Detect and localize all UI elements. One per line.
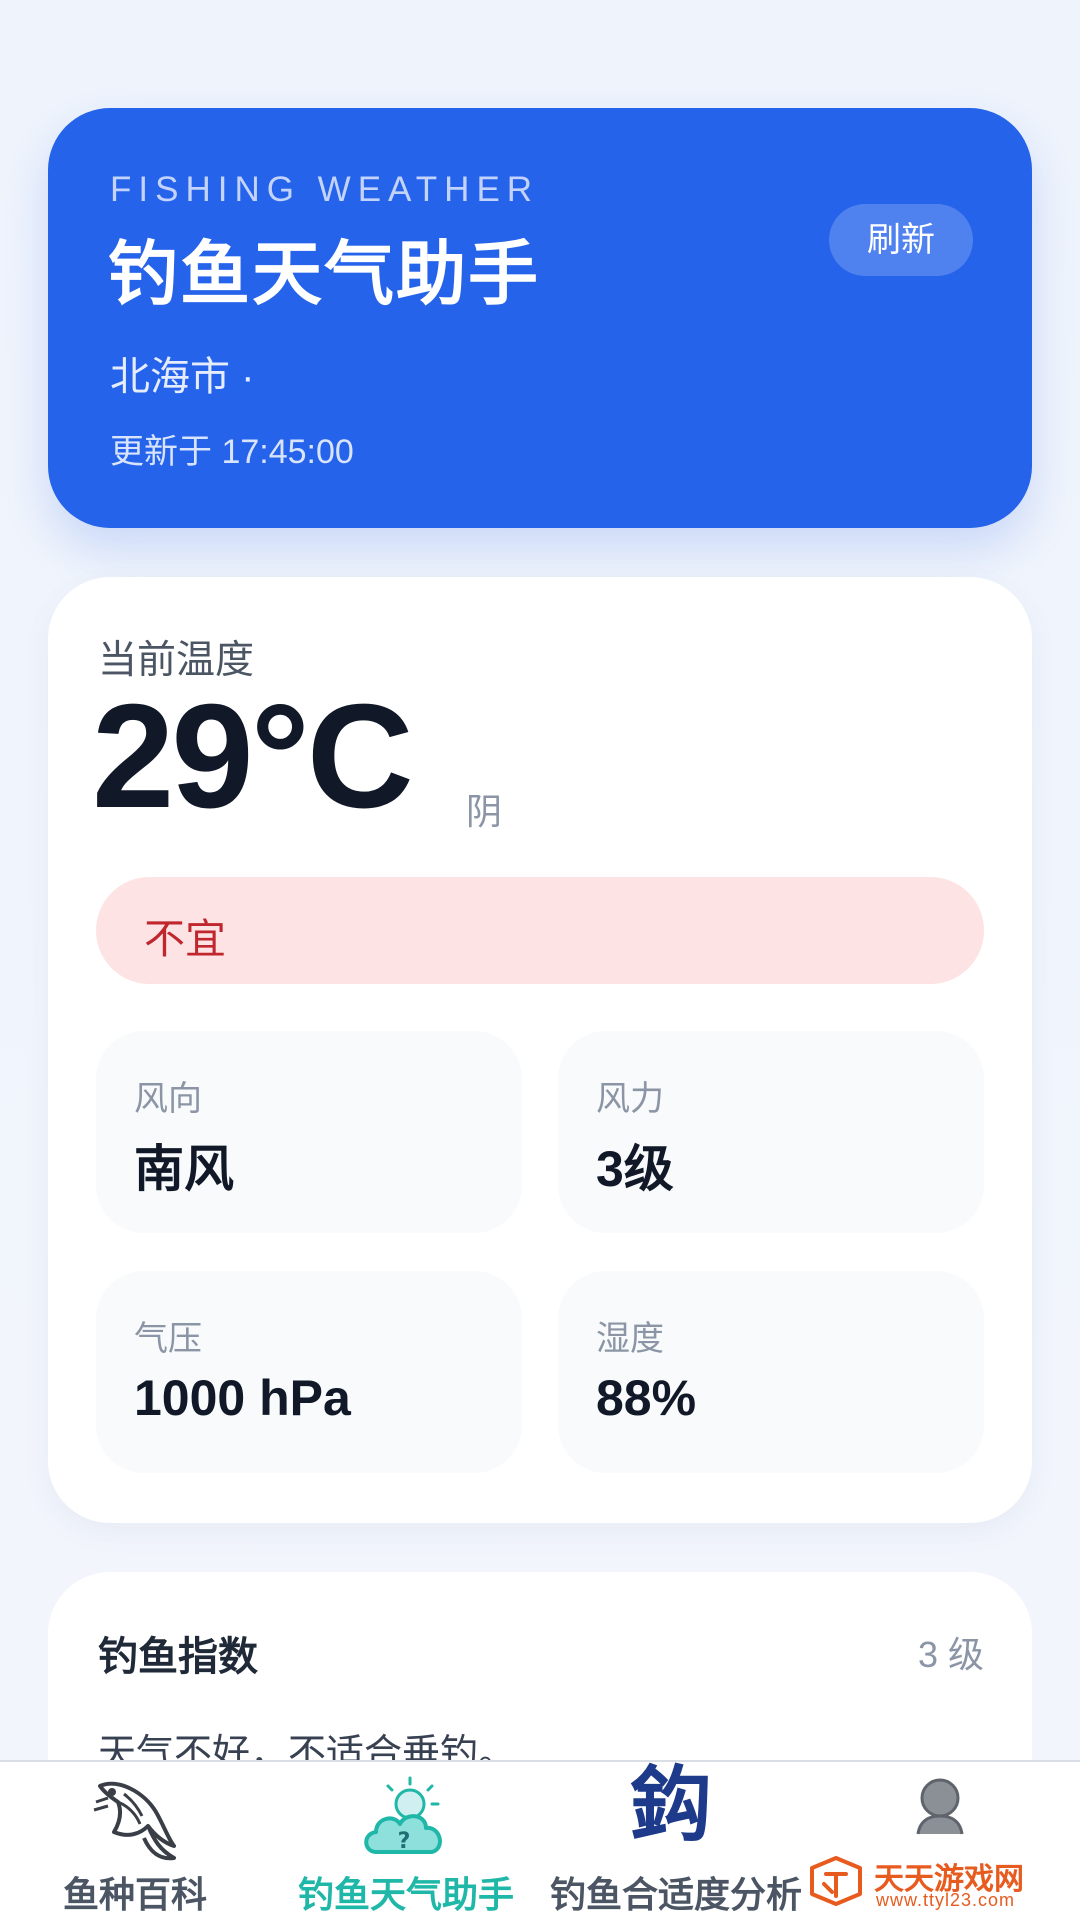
metric-wind-force: 风力 3级 bbox=[558, 1031, 984, 1233]
metric-value: 3级 bbox=[596, 1141, 674, 1197]
app-screen: FISHING WEATHER 钓鱼天气助手 北海市 · 更新于 17:45:0… bbox=[0, 0, 1080, 1920]
weather-condition: 阴 bbox=[466, 791, 503, 832]
location-label: 北海市 · bbox=[110, 355, 255, 399]
metric-label: 湿度 bbox=[596, 1320, 664, 1358]
tab-label: 钓鱼天气助手 bbox=[298, 1874, 515, 1915]
site-watermark: 天天游戏网 www.ttyl23.com bbox=[806, 1854, 1068, 1914]
bottom-tab-bar: 鱼种百科 ? 钓鱼天气助手 鈎 钓鱼合适度分析 天天游戏网 www.ttyl23… bbox=[0, 1760, 1080, 1920]
refresh-button[interactable]: 刷新 bbox=[829, 204, 973, 276]
tab-label: 鱼种百科 bbox=[63, 1874, 208, 1915]
metric-value: 1000 hPa bbox=[134, 1370, 351, 1426]
watermark-url: www.ttyl23.com bbox=[876, 1890, 1016, 1910]
tab-label: 钓鱼合适度分析 bbox=[550, 1874, 803, 1915]
profile-icon bbox=[916, 1778, 964, 1835]
tab-fish-encyclopedia[interactable]: 鱼种百科 bbox=[0, 1762, 270, 1920]
metric-value: 南风 bbox=[134, 1141, 234, 1197]
metric-value: 88% bbox=[596, 1370, 697, 1426]
fishing-index-title: 钓鱼指数 bbox=[98, 1635, 258, 1679]
metric-humidity: 湿度 88% bbox=[558, 1271, 984, 1473]
header-kicker: FISHING WEATHER bbox=[110, 170, 540, 209]
svg-text:?: ? bbox=[398, 1829, 411, 1854]
metric-pressure: 气压 1000 hPa bbox=[96, 1271, 522, 1473]
tab-fishing-weather[interactable]: ? 钓鱼天气助手 bbox=[270, 1762, 540, 1920]
suitability-text: 不宜 bbox=[144, 916, 226, 962]
metric-label: 风向 bbox=[134, 1080, 202, 1118]
fishing-index-level: 3 级 bbox=[917, 1634, 984, 1675]
metric-label: 风力 bbox=[596, 1080, 664, 1118]
update-time: 更新于 17:45:00 bbox=[110, 433, 354, 471]
watermark-logo-icon bbox=[810, 1856, 862, 1906]
weather-cloud-icon: ? bbox=[364, 1776, 442, 1854]
diao-glyph-icon: 鈎 bbox=[630, 1760, 713, 1853]
temperature-value: 29°C bbox=[92, 674, 414, 839]
weather-card: 当前温度 29°C 阴 不宜 风向 南风 风力 3级 气压 1000 hPa 湿… bbox=[48, 577, 1032, 1523]
header-card: FISHING WEATHER 钓鱼天气助手 北海市 · 更新于 17:45:0… bbox=[48, 108, 1032, 528]
metric-wind-direction: 风向 南风 bbox=[96, 1031, 522, 1233]
app-title: 钓鱼天气助手 bbox=[108, 235, 540, 313]
fish-icon bbox=[93, 1781, 176, 1861]
metric-label: 气压 bbox=[134, 1320, 202, 1358]
suitability-badge: 不宜 bbox=[96, 877, 984, 984]
tab-fishing-suitability[interactable]: 鈎 钓鱼合适度分析 bbox=[540, 1762, 810, 1920]
